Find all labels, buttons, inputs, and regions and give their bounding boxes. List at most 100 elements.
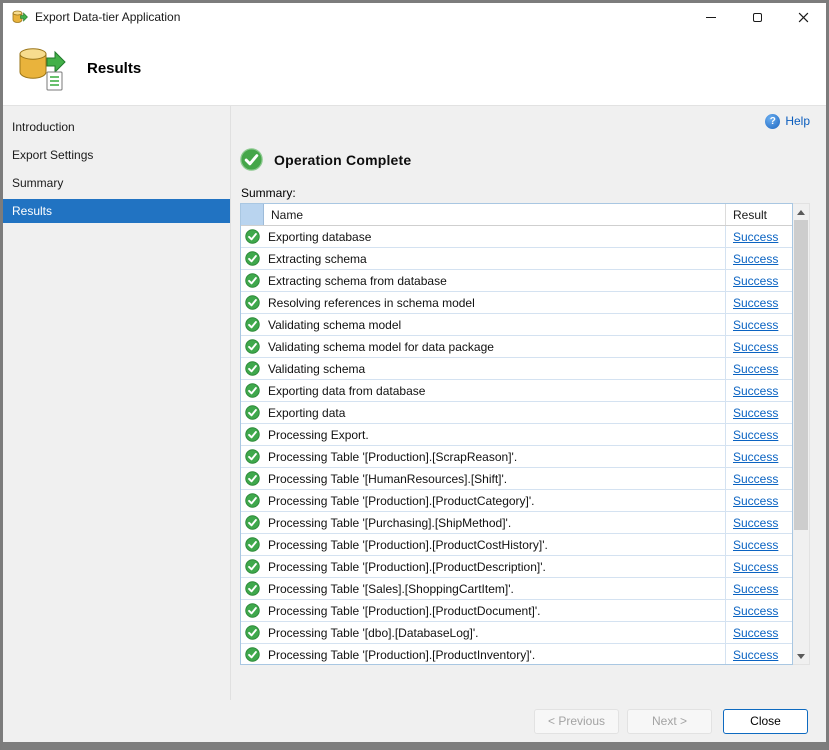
task-result-cell: Success bbox=[726, 402, 792, 423]
table-row[interactable]: Processing Table '[Purchasing].[ShipMeth… bbox=[241, 512, 792, 534]
success-check-icon bbox=[241, 270, 264, 291]
arrow-down-icon bbox=[797, 654, 805, 659]
result-success-link[interactable]: Success bbox=[733, 582, 778, 596]
next-button[interactable]: Next > bbox=[627, 709, 712, 734]
sidebar-item-export-settings[interactable]: Export Settings bbox=[3, 143, 230, 167]
operation-status: Operation Complete bbox=[240, 148, 810, 171]
close-window-button[interactable] bbox=[780, 3, 826, 31]
maximize-button[interactable] bbox=[734, 3, 780, 31]
result-success-link[interactable]: Success bbox=[733, 406, 778, 420]
table-row[interactable]: Extracting schema from database Success bbox=[241, 270, 792, 292]
previous-button[interactable]: < Previous bbox=[534, 709, 619, 734]
success-check-icon bbox=[241, 226, 264, 247]
table-row[interactable]: Processing Table '[HumanResources].[Shif… bbox=[241, 468, 792, 490]
result-success-link[interactable]: Success bbox=[733, 230, 778, 244]
table-row[interactable]: Validating schema Success bbox=[241, 358, 792, 380]
table-row[interactable]: Processing Table '[Production].[ScrapRea… bbox=[241, 446, 792, 468]
table-row[interactable]: Validating schema model for data package… bbox=[241, 336, 792, 358]
task-name: Extracting schema from database bbox=[264, 270, 726, 291]
table-row[interactable]: Exporting database Success bbox=[241, 226, 792, 248]
task-result-cell: Success bbox=[726, 534, 792, 555]
result-success-link[interactable]: Success bbox=[733, 428, 778, 442]
table-row[interactable]: Processing Table '[Production].[ProductD… bbox=[241, 600, 792, 622]
task-name: Validating schema model for data package bbox=[264, 336, 726, 357]
scroll-up-button[interactable] bbox=[793, 204, 809, 220]
success-check-icon bbox=[241, 380, 264, 401]
help-label: Help bbox=[785, 114, 810, 128]
help-icon: ? bbox=[765, 114, 780, 129]
task-result-cell: Success bbox=[726, 380, 792, 401]
task-result-cell: Success bbox=[726, 446, 792, 467]
sidebar-item-results[interactable]: Results bbox=[3, 199, 230, 223]
table-row[interactable]: Processing Table '[Production].[ProductD… bbox=[241, 556, 792, 578]
column-header-name[interactable]: Name bbox=[264, 204, 726, 225]
title-bar: Export Data-tier Application bbox=[3, 3, 826, 31]
result-success-link[interactable]: Success bbox=[733, 560, 778, 574]
success-check-icon bbox=[241, 358, 264, 379]
result-success-link[interactable]: Success bbox=[733, 538, 778, 552]
table-row[interactable]: Processing Table '[Sales].[ShoppingCartI… bbox=[241, 578, 792, 600]
result-success-link[interactable]: Success bbox=[733, 384, 778, 398]
task-name: Processing Table '[Sales].[ShoppingCartI… bbox=[264, 578, 726, 599]
success-check-icon bbox=[241, 512, 264, 533]
operation-complete-title: Operation Complete bbox=[274, 152, 411, 168]
task-result-cell: Success bbox=[726, 512, 792, 533]
task-name: Processing Table '[dbo].[DatabaseLog]'. bbox=[264, 622, 726, 643]
app-icon bbox=[12, 9, 28, 25]
wizard-header: Results bbox=[3, 31, 826, 106]
result-success-link[interactable]: Success bbox=[733, 340, 778, 354]
scrollbar-track[interactable] bbox=[793, 220, 809, 648]
task-name: Exporting database bbox=[264, 226, 726, 247]
result-success-link[interactable]: Success bbox=[733, 318, 778, 332]
success-check-icon bbox=[241, 424, 264, 445]
scroll-down-button[interactable] bbox=[793, 648, 809, 664]
result-success-link[interactable]: Success bbox=[733, 516, 778, 530]
scrollbar-thumb[interactable] bbox=[794, 220, 808, 530]
result-success-link[interactable]: Success bbox=[733, 296, 778, 310]
task-name: Processing Table '[HumanResources].[Shif… bbox=[264, 468, 726, 489]
minimize-button[interactable] bbox=[688, 3, 734, 31]
help-link[interactable]: ? Help bbox=[765, 114, 810, 129]
results-table: Name Result Exporting database Success E… bbox=[240, 203, 793, 665]
table-row[interactable]: Resolving references in schema model Suc… bbox=[241, 292, 792, 314]
result-success-link[interactable]: Success bbox=[733, 604, 778, 618]
table-row[interactable]: Processing Table '[dbo].[DatabaseLog]'. … bbox=[241, 622, 792, 644]
task-result-cell: Success bbox=[726, 644, 792, 664]
result-success-link[interactable]: Success bbox=[733, 362, 778, 376]
table-row[interactable]: Exporting data from database Success bbox=[241, 380, 792, 402]
export-data-tier-application-window: Export Data-tier Application bbox=[0, 0, 829, 750]
table-row[interactable]: Extracting schema Success bbox=[241, 248, 792, 270]
table-row[interactable]: Processing Table '[Production].[ProductC… bbox=[241, 534, 792, 556]
task-result-cell: Success bbox=[726, 292, 792, 313]
table-row[interactable]: Validating schema model Success bbox=[241, 314, 792, 336]
result-success-link[interactable]: Success bbox=[733, 648, 778, 662]
table-scrollbar[interactable] bbox=[793, 203, 810, 665]
result-success-link[interactable]: Success bbox=[733, 472, 778, 486]
column-header-result[interactable]: Result bbox=[726, 204, 792, 225]
task-result-cell: Success bbox=[726, 600, 792, 621]
task-result-cell: Success bbox=[726, 490, 792, 511]
page-title: Results bbox=[87, 60, 141, 77]
sidebar-item-summary[interactable]: Summary bbox=[3, 171, 230, 195]
success-check-icon bbox=[241, 314, 264, 335]
table-row[interactable]: Exporting data Success bbox=[241, 402, 792, 424]
window-controls bbox=[688, 3, 826, 31]
close-button[interactable]: Close bbox=[723, 709, 808, 734]
sidebar-item-introduction[interactable]: Introduction bbox=[3, 115, 230, 139]
success-check-icon bbox=[241, 248, 264, 269]
success-check-icon bbox=[241, 644, 264, 664]
task-name: Exporting data from database bbox=[264, 380, 726, 401]
results-table-container: Name Result Exporting database Success E… bbox=[240, 203, 810, 665]
result-success-link[interactable]: Success bbox=[733, 450, 778, 464]
result-success-link[interactable]: Success bbox=[733, 626, 778, 640]
table-row[interactable]: Processing Table '[Production].[ProductI… bbox=[241, 644, 792, 664]
task-name: Processing Export. bbox=[264, 424, 726, 445]
result-success-link[interactable]: Success bbox=[733, 252, 778, 266]
success-check-icon bbox=[241, 534, 264, 555]
result-success-link[interactable]: Success bbox=[733, 274, 778, 288]
close-icon bbox=[798, 12, 809, 23]
task-name: Resolving references in schema model bbox=[264, 292, 726, 313]
table-row[interactable]: Processing Table '[Production].[ProductC… bbox=[241, 490, 792, 512]
table-row[interactable]: Processing Export. Success bbox=[241, 424, 792, 446]
result-success-link[interactable]: Success bbox=[733, 494, 778, 508]
